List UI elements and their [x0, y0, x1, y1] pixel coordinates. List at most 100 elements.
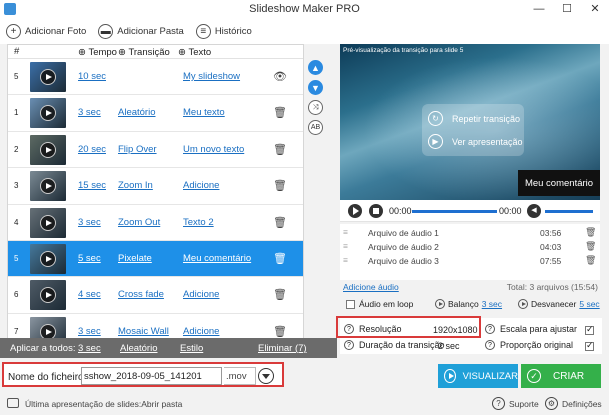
drag-handle-icon[interactable]: ≡	[343, 227, 348, 237]
table-row[interactable]: 5 10 sec My slideshow 👁	[8, 59, 303, 96]
table-row[interactable]: 1 3 sec Aleatório Meu texto 🗑	[8, 95, 303, 132]
slide-transition-link[interactable]: Zoom In	[118, 180, 153, 191]
replay-transition-button[interactable]: ↻ Repetir transição	[428, 111, 520, 126]
slide-transition-link[interactable]: Aleatório	[118, 107, 156, 118]
table-row[interactable]: 2 20 sec Flip Over Um novo texto 🗑	[8, 132, 303, 169]
filename-input[interactable]	[81, 367, 222, 385]
support-button[interactable]: ? Suporte	[492, 397, 539, 410]
table-row[interactable]: 4 3 sec Zoom Out Texto 2 🗑	[8, 205, 303, 241]
slide-text-link[interactable]: Adicione	[183, 326, 219, 337]
slide-thumbnail[interactable]	[30, 243, 66, 274]
header-transition[interactable]: ⊕ Transição	[118, 47, 170, 58]
close-button[interactable]: ✕	[581, 0, 609, 18]
play-icon[interactable]	[40, 250, 56, 267]
audio-item[interactable]: ≡ Arquivo de áudio 1 03:56 🗑	[340, 226, 600, 240]
slide-time-link[interactable]: 4 sec	[78, 289, 101, 300]
slide-text-link[interactable]: My slideshow	[183, 71, 240, 82]
table-row[interactable]: 3 15 sec Zoom In Adicione 🗑	[8, 168, 303, 205]
table-row[interactable]: 6 4 sec Cross fade Adicione 🗑	[8, 277, 303, 314]
play-icon[interactable]	[40, 105, 56, 122]
trash-icon[interactable]: 🗑	[273, 179, 287, 192]
proportion-checkbox[interactable]	[585, 340, 594, 351]
slide-transition-link[interactable]: Pixelate	[118, 253, 152, 264]
slide-thumbnail[interactable]	[30, 134, 66, 165]
audio-item[interactable]: ≡ Arquivo de áudio 2 04:03 🗑	[340, 240, 600, 254]
slide-thumbnail[interactable]	[30, 98, 66, 129]
view-show-button[interactable]: ▶ Ver apresentação	[428, 134, 523, 149]
play-icon[interactable]	[40, 178, 56, 195]
sort-ab-button[interactable]: AB	[308, 120, 323, 135]
add-audio-link[interactable]: Adicione áudio	[343, 282, 399, 292]
slide-text-link[interactable]: Adicione	[183, 289, 219, 300]
last-slideshow-link[interactable]: Última apresentação de slides:Abrir past…	[25, 399, 182, 409]
seek-bar[interactable]	[412, 210, 497, 213]
slide-text-link[interactable]: Adicione	[183, 180, 219, 191]
settings-button[interactable]: ⚙ Definições	[545, 397, 602, 410]
slide-text-link[interactable]: Meu texto	[183, 107, 225, 118]
slide-transition-link[interactable]: Flip Over	[118, 144, 157, 155]
add-photo-button[interactable]: + Adicionar Foto	[6, 23, 86, 39]
play-icon[interactable]	[40, 287, 56, 304]
balance-link[interactable]: 3 sec	[482, 299, 502, 309]
header-time[interactable]: ⊕ Tempo	[78, 47, 117, 58]
trash-icon[interactable]: 🗑	[273, 143, 287, 156]
table-row[interactable]: 7 3 sec Mosaic Wall Adicione 🗑	[8, 314, 303, 339]
move-up-button[interactable]: ▲	[308, 60, 323, 75]
add-folder-button[interactable]: ▬ Adicionar Pasta	[98, 23, 184, 39]
visualize-button[interactable]: VISUALIZAR	[438, 364, 518, 388]
slide-text-link[interactable]: Meu comentário	[183, 253, 251, 264]
move-down-button[interactable]: ▼	[308, 80, 323, 95]
slide-time-link[interactable]: 15 sec	[78, 180, 106, 191]
trash-icon[interactable]: 🗑	[585, 227, 596, 238]
apply-style-link[interactable]: Estilo	[180, 343, 203, 354]
table-row[interactable]: 5 5 sec Pixelate Meu comentário 🗑	[8, 240, 303, 278]
apply-time-link[interactable]: 3 sec	[78, 343, 101, 354]
drag-handle-icon[interactable]: ≡	[343, 241, 348, 251]
slide-thumbnail[interactable]	[30, 316, 66, 339]
stop-button[interactable]	[369, 204, 383, 218]
minimize-button[interactable]: —	[525, 0, 553, 18]
scale-checkbox[interactable]	[585, 324, 594, 335]
slide-thumbnail[interactable]	[30, 62, 66, 92]
maximize-button[interactable]: ☐	[553, 0, 581, 18]
slide-thumbnail[interactable]	[30, 280, 66, 311]
slide-time-link[interactable]: 3 sec	[78, 326, 101, 337]
slide-transition-link[interactable]: Zoom Out	[118, 217, 160, 228]
slide-thumbnail[interactable]	[30, 207, 66, 238]
trash-icon[interactable]: 🗑	[585, 241, 596, 252]
trash-icon[interactable]: 🗑	[585, 255, 596, 266]
create-button[interactable]: ✓ CRIAR	[521, 364, 601, 388]
trash-icon[interactable]: 🗑	[273, 325, 287, 338]
duration-link[interactable]: 2 sec	[438, 341, 460, 351]
slide-transition-link[interactable]: Cross fade	[118, 289, 164, 300]
slide-time-link[interactable]: 10 sec	[78, 71, 106, 82]
fade-link[interactable]: 5 sec	[579, 299, 599, 309]
trash-icon[interactable]: 🗑	[273, 252, 287, 265]
slide-time-link[interactable]: 3 sec	[78, 107, 101, 118]
slide-text-link[interactable]: Texto 2	[183, 217, 214, 228]
trash-icon[interactable]: 🗑	[273, 106, 287, 119]
slide-time-link[interactable]: 5 sec	[78, 253, 101, 264]
header-text[interactable]: ⊕ Texto	[178, 47, 211, 58]
audio-loop-checkbox[interactable]: Áudio em loop	[346, 299, 413, 309]
slide-thumbnail[interactable]	[30, 171, 66, 202]
eye-icon[interactable]: 👁	[273, 70, 287, 83]
play-button[interactable]	[348, 204, 362, 218]
play-icon[interactable]	[40, 214, 56, 231]
format-dropdown-button[interactable]	[258, 368, 274, 384]
history-button[interactable]: ≡ Histórico	[195, 23, 252, 39]
delete-all-link[interactable]: Eliminar (7)	[258, 343, 307, 354]
slide-text-link[interactable]: Um novo texto	[183, 144, 244, 155]
trash-icon[interactable]: 🗑	[273, 288, 287, 301]
shuffle-button[interactable]: ⤨	[308, 100, 323, 115]
play-icon[interactable]	[40, 69, 56, 85]
volume-slider[interactable]	[545, 210, 593, 213]
volume-icon[interactable]: ◀	[527, 204, 541, 218]
play-icon[interactable]	[40, 141, 56, 158]
slide-time-link[interactable]: 3 sec	[78, 217, 101, 228]
audio-item[interactable]: ≡ Arquivo de áudio 3 07:55 🗑	[340, 254, 600, 268]
drag-handle-icon[interactable]: ≡	[343, 255, 348, 265]
apply-transition-link[interactable]: Aleatório	[120, 343, 158, 354]
trash-icon[interactable]: 🗑	[273, 216, 287, 229]
slide-transition-link[interactable]: Mosaic Wall	[118, 326, 169, 337]
